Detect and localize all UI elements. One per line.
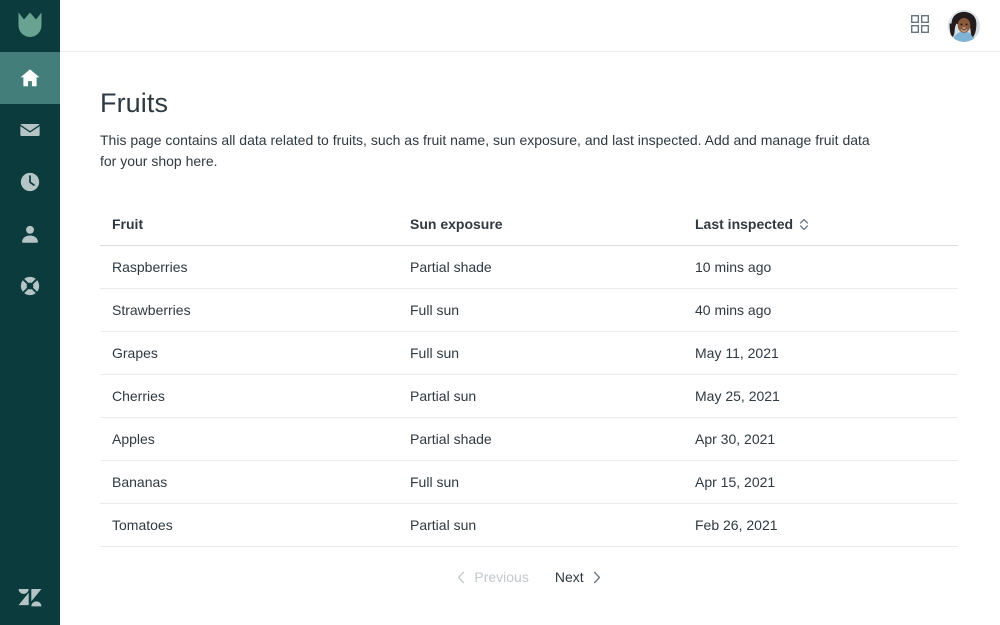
fruit-name-cell: Tomatoes <box>100 503 398 547</box>
grid-apps-icon <box>910 14 930 37</box>
table-body: Raspberries Partial shade 10 mins ago Straw… <box>100 245 958 547</box>
sidebar-footer-logo[interactable] <box>0 573 60 625</box>
avatar[interactable] <box>948 9 980 42</box>
column-header-fruit-label: Fruit <box>112 216 144 232</box>
lifebuoy-icon <box>19 275 41 297</box>
fruit-name-cell: Grapes <box>100 331 398 375</box>
sidebar-item-home[interactable] <box>0 52 60 104</box>
table-row[interactable]: Cherries Partial sun May 25, 2021 <box>100 374 958 418</box>
column-header-last-inspected[interactable]: Last inspected <box>683 216 958 246</box>
last-inspected-cell: Apr 30, 2021 <box>683 417 958 461</box>
sun-exposure-cell: Partial sun <box>398 374 683 418</box>
chevron-right-icon <box>593 571 601 584</box>
column-header-sun-exposure: Sun exposure <box>398 216 683 246</box>
sidebar-nav <box>0 52 60 312</box>
previous-page-label: Previous <box>474 569 529 585</box>
last-inspected-cell: May 11, 2021 <box>683 331 958 375</box>
page-content: Fruits This page contains all data relat… <box>60 52 1000 625</box>
mail-icon <box>19 119 41 141</box>
table-head: Fruit Sun exposure Last inspected <box>100 216 958 246</box>
pagination: Previous Next <box>100 565 958 589</box>
next-page-button[interactable]: Next <box>553 565 603 589</box>
last-inspected-cell: Feb 26, 2021 <box>683 503 958 547</box>
sun-exposure-cell: Full sun <box>398 288 683 332</box>
last-inspected-cell: 10 mins ago <box>683 245 958 289</box>
sidebar-item-recents[interactable] <box>0 156 60 208</box>
fruit-name-cell: Strawberries <box>100 288 398 332</box>
sidebar-item-profile[interactable] <box>0 208 60 260</box>
table-row[interactable]: Bananas Full sun Apr 15, 2021 <box>100 460 958 504</box>
table-row[interactable]: Raspberries Partial shade 10 mins ago <box>100 245 958 289</box>
zendesk-logo-icon <box>15 582 45 617</box>
table-row[interactable]: Tomatoes Partial sun Feb 26, 2021 <box>100 503 958 547</box>
last-inspected-cell: 40 mins ago <box>683 288 958 332</box>
sidebar-logo[interactable] <box>0 0 60 52</box>
sun-exposure-cell: Full sun <box>398 331 683 375</box>
last-inspected-cell: May 25, 2021 <box>683 374 958 418</box>
previous-page-button[interactable]: Previous <box>455 565 530 589</box>
sidebar <box>0 0 60 625</box>
fruit-name-cell: Raspberries <box>100 245 398 289</box>
column-header-sun-exposure-label: Sun exposure <box>410 216 503 232</box>
fruits-table: Fruit Sun exposure Last inspected Raspbe… <box>100 216 958 547</box>
main-area: Fruits This page contains all data relat… <box>60 0 1000 625</box>
table-row[interactable]: Apples Partial shade Apr 30, 2021 <box>100 417 958 461</box>
last-inspected-cell: Apr 15, 2021 <box>683 460 958 504</box>
sun-exposure-cell: Partial shade <box>398 245 683 289</box>
person-icon <box>19 223 41 245</box>
sun-exposure-cell: Full sun <box>398 460 683 504</box>
fruit-name-cell: Bananas <box>100 460 398 504</box>
home-icon <box>19 67 41 89</box>
sidebar-item-messages[interactable] <box>0 104 60 156</box>
fruit-name-cell: Apples <box>100 417 398 461</box>
clock-icon <box>19 171 41 193</box>
top-bar <box>60 0 1000 52</box>
sun-exposure-cell: Partial shade <box>398 417 683 461</box>
avatar-photo <box>948 9 980 42</box>
page-description: This page contains all data related to f… <box>100 132 870 169</box>
table-row[interactable]: Strawberries Full sun 40 mins ago <box>100 288 958 332</box>
app-root: Fruits This page contains all data relat… <box>0 0 1000 625</box>
grid-apps-button[interactable] <box>906 12 934 40</box>
sun-exposure-cell: Partial sun <box>398 503 683 547</box>
chevron-left-icon <box>457 571 465 584</box>
fruit-name-cell: Cherries <box>100 374 398 418</box>
table-row[interactable]: Grapes Full sun May 11, 2021 <box>100 331 958 375</box>
column-header-last-inspected-label: Last inspected <box>695 216 794 232</box>
page-title: Fruits <box>100 88 169 118</box>
column-header-last-inspected-sort[interactable]: Last inspected <box>695 216 809 232</box>
sidebar-item-support[interactable] <box>0 260 60 312</box>
column-header-fruit: Fruit <box>100 216 398 246</box>
sort-updown-icon <box>799 218 809 231</box>
next-page-label: Next <box>554 569 584 585</box>
garden-leaf-logo-icon <box>17 10 43 43</box>
table-header-row: Fruit Sun exposure Last inspected <box>100 216 958 246</box>
